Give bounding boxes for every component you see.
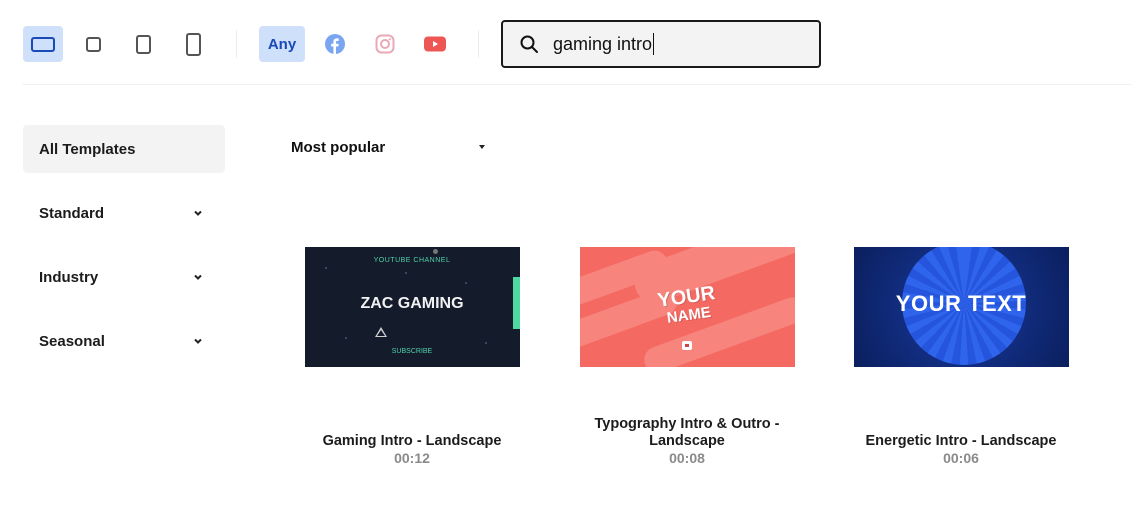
sidebar-item-label: Standard — [39, 204, 105, 222]
chevron-down-icon — [194, 338, 202, 344]
top-toolbar: Any gaming intro — [0, 0, 1132, 85]
sidebar-item-industry[interactable]: Industry — [23, 253, 225, 301]
platform-instagram-button[interactable] — [365, 26, 405, 62]
template-title: Energetic Intro - Landscape — [865, 433, 1057, 449]
category-sidebar: All Templates Standard Industry Seasonal — [23, 125, 225, 381]
toolbar-separator — [236, 30, 237, 58]
template-info: Gaming Intro - Landscape 00:12 — [292, 433, 532, 467]
star-dot — [432, 249, 438, 254]
format-square-button[interactable] — [73, 26, 113, 62]
portrait-icon — [135, 34, 151, 54]
toolbar-separator — [478, 30, 479, 58]
star-dot — [404, 272, 407, 274]
format-portrait-button[interactable] — [123, 26, 163, 62]
chevron-down-icon — [194, 210, 202, 216]
thumb-top-text: YOUTUBE CHANNEL — [373, 257, 451, 264]
star-dot — [324, 267, 327, 269]
platform-any-button[interactable]: Any — [259, 26, 305, 62]
sort-selected-label: Most popular — [291, 138, 386, 156]
template-duration: 00:08 — [669, 450, 705, 466]
template-thumbnail[interactable]: YOUTUBE CHANNEL ZAC GAMING SUBSCRIBE — [304, 247, 520, 367]
template-card[interactable]: YOUR NAME Typography Intro & Outro - Lan… — [567, 247, 807, 466]
chevron-down-icon — [194, 274, 202, 280]
platform-youtube-button[interactable] — [415, 26, 455, 62]
sort-dropdown[interactable]: Most popular — [291, 136, 491, 158]
search-icon — [520, 35, 538, 53]
format-vertical-button[interactable] — [173, 26, 213, 62]
template-duration: 00:12 — [394, 450, 430, 466]
toolbar-divider — [22, 84, 1132, 85]
youtube-icon — [424, 36, 446, 52]
search-box[interactable]: gaming intro — [501, 20, 821, 68]
accent-bar — [512, 277, 520, 329]
template-thumbnail[interactable]: YOUR NAME — [579, 247, 795, 367]
sidebar-item-seasonal[interactable]: Seasonal — [23, 317, 225, 365]
template-info: Energetic Intro - Landscape 00:06 — [841, 433, 1081, 467]
template-duration: 00:06 — [943, 450, 979, 466]
square-icon — [85, 36, 101, 52]
template-title: Gaming Intro - Landscape — [322, 433, 502, 449]
instagram-icon — [375, 34, 395, 54]
sidebar-item-label: All Templates — [39, 140, 136, 158]
sidebar-item-label: Industry — [39, 268, 99, 286]
vertical-icon — [185, 32, 201, 56]
star-dot — [484, 342, 487, 344]
format-landscape-button[interactable] — [23, 26, 63, 62]
template-card[interactable]: YOUR TEXT Energetic Intro - Landscape 00… — [841, 247, 1081, 466]
search-value: gaming intro — [553, 33, 653, 54]
caret-down-icon — [479, 145, 485, 149]
thumb-main-text: YOUR TEXT — [895, 291, 1027, 316]
landscape-icon — [31, 36, 55, 52]
star-dot — [344, 337, 347, 339]
facebook-icon — [325, 34, 345, 54]
search-input[interactable]: gaming intro — [553, 33, 655, 55]
star-dot — [464, 282, 467, 284]
template-info: Typography Intro & Outro - Landscape 00:… — [567, 416, 807, 467]
sidebar-item-standard[interactable]: Standard — [23, 189, 225, 237]
triangle-shape — [374, 327, 387, 337]
platform-facebook-button[interactable] — [315, 26, 355, 62]
thumb-main-text: ZAC GAMING — [360, 295, 464, 312]
template-thumbnail[interactable]: YOUR TEXT — [853, 247, 1069, 367]
thumb-bottom-text: SUBSCRIBE — [391, 348, 433, 355]
sidebar-item-label: Seasonal — [39, 332, 105, 350]
sidebar-item-all-templates[interactable]: All Templates — [23, 125, 225, 173]
text-cursor — [653, 33, 655, 55]
template-title: Typography Intro & Outro - Landscape — [594, 416, 780, 449]
template-card[interactable]: YOUTUBE CHANNEL ZAC GAMING SUBSCRIBE Gam… — [292, 247, 532, 466]
logo-icon — [681, 341, 692, 350]
